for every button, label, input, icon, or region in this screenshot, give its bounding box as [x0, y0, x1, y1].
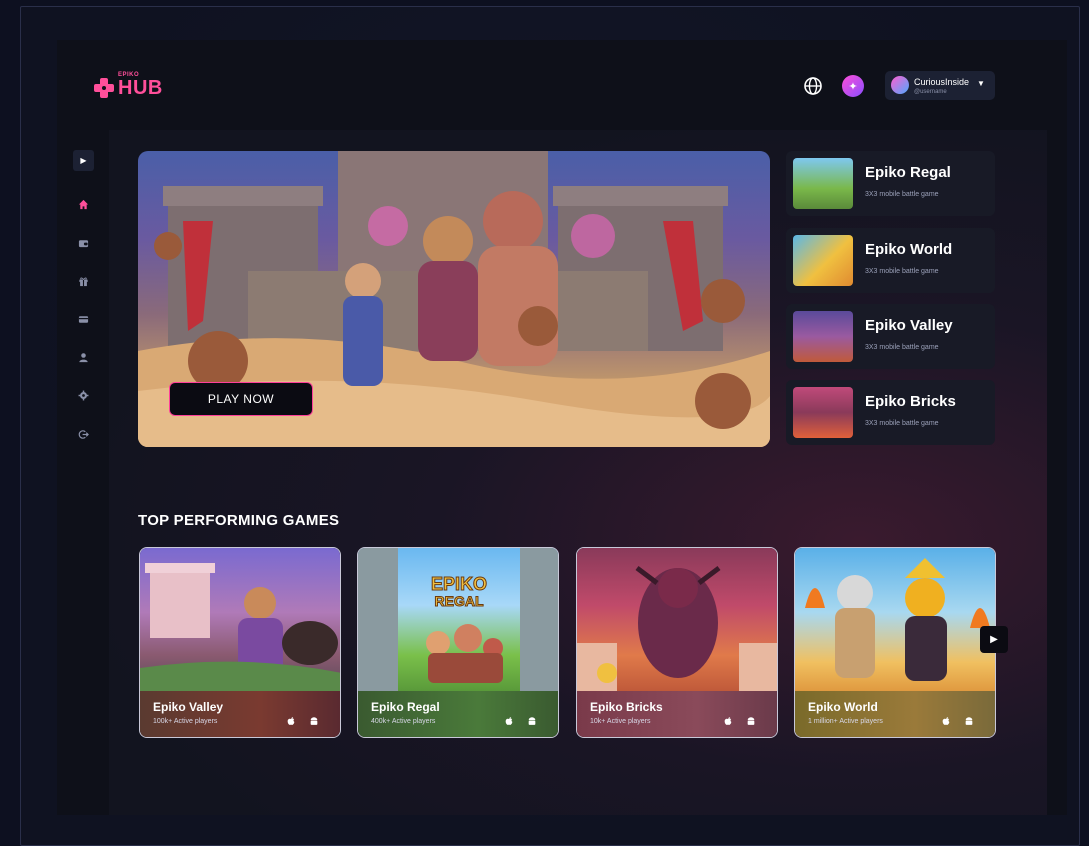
globe-icon[interactable]	[802, 75, 824, 97]
game-title: Epiko Bricks	[590, 700, 663, 714]
avatar	[891, 76, 909, 94]
game-players: 10k+ Active players	[590, 718, 651, 725]
card-icon[interactable]	[76, 312, 91, 327]
game-art	[140, 548, 340, 691]
svg-text:EPIKO: EPIKO	[431, 574, 487, 594]
user-menu[interactable]: CuriousInside @username ▼	[885, 71, 995, 100]
side-game-card[interactable]: Epiko Valley 3X3 mobile battle game	[786, 304, 995, 369]
side-game-card[interactable]: Epiko Regal 3X3 mobile battle game	[786, 151, 995, 216]
android-icon	[745, 715, 757, 727]
chevron-down-icon: ▼	[977, 79, 985, 88]
game-art: EPIKO REGAL	[358, 548, 558, 691]
side-game-subtitle: 3X3 mobile battle game	[865, 191, 939, 198]
side-game-title: Epiko World	[865, 241, 953, 258]
apple-icon	[940, 715, 952, 727]
game-art	[795, 548, 995, 691]
game-players: 400k+ Active players	[371, 718, 436, 725]
hero-banner[interactable]: PLAY NOW	[138, 151, 770, 447]
gamepad-icon	[94, 78, 114, 98]
game-card[interactable]: EPIKO REGAL Epiko Regal 400k+ Active pla…	[357, 547, 559, 738]
wallet-icon[interactable]	[76, 236, 91, 251]
play-now-button[interactable]: PLAY NOW	[169, 382, 313, 416]
side-game-title: Epiko Valley	[865, 317, 953, 334]
sparkle-icon[interactable]: ✦	[842, 75, 864, 97]
side-game-title: Epiko Regal	[865, 164, 951, 181]
logo-big-text: HUB	[118, 77, 163, 99]
section-title: TOP PERFORMING GAMES	[138, 512, 340, 529]
app-window: EPIKO HUB ✦ CuriousInside @username ▼ ▶	[57, 40, 1067, 815]
game-players: 100k+ Active players	[153, 718, 218, 725]
game-card[interactable]: Epiko Valley 100k+ Active players	[139, 547, 341, 738]
sidebar-toggle-button[interactable]: ▶	[73, 150, 94, 171]
user-name: CuriousInside	[914, 77, 970, 87]
game-title: Epiko World	[808, 700, 878, 714]
svg-text:REGAL: REGAL	[435, 593, 484, 609]
game-players: 1 million+ Active players	[808, 718, 883, 725]
android-icon	[963, 715, 975, 727]
carousel-next-button[interactable]: ▶	[980, 626, 1008, 653]
game-thumbnail	[793, 235, 853, 286]
game-card[interactable]: Epiko Bricks 10k+ Active players	[576, 547, 778, 738]
apple-icon	[285, 715, 297, 727]
game-thumbnail	[793, 387, 853, 438]
game-title: Epiko Regal	[371, 700, 440, 714]
game-card[interactable]: Epiko World 1 million+ Active players	[794, 547, 996, 738]
android-icon	[526, 715, 538, 727]
side-game-subtitle: 3X3 mobile battle game	[865, 268, 939, 275]
game-title: Epiko Valley	[153, 700, 224, 714]
game-art	[577, 548, 777, 691]
game-footer: Epiko Regal 400k+ Active players	[358, 691, 558, 737]
gear-icon[interactable]	[76, 388, 91, 403]
game-footer: Epiko Bricks 10k+ Active players	[577, 691, 777, 737]
game-thumbnail	[793, 311, 853, 362]
user-icon[interactable]	[76, 350, 91, 365]
game-thumbnail	[793, 158, 853, 209]
side-game-title: Epiko Bricks	[865, 393, 956, 410]
side-game-subtitle: 3X3 mobile battle game	[865, 344, 939, 351]
logout-icon[interactable]	[76, 427, 91, 442]
chevron-right-icon: ▶	[990, 634, 998, 645]
home-icon[interactable]	[76, 197, 91, 212]
game-footer: Epiko Valley 100k+ Active players	[140, 691, 340, 737]
side-game-subtitle: 3X3 mobile battle game	[865, 420, 939, 427]
game-footer: Epiko World 1 million+ Active players	[795, 691, 995, 737]
apple-icon	[722, 715, 734, 727]
epiko-hub-logo[interactable]: EPIKO HUB	[92, 72, 172, 102]
user-handle: @username	[914, 89, 947, 95]
side-game-card[interactable]: Epiko Bricks 3X3 mobile battle game	[786, 380, 995, 445]
apple-icon	[503, 715, 515, 727]
side-game-card[interactable]: Epiko World 3X3 mobile battle game	[786, 228, 995, 293]
android-icon	[308, 715, 320, 727]
gift-icon[interactable]	[76, 274, 91, 289]
